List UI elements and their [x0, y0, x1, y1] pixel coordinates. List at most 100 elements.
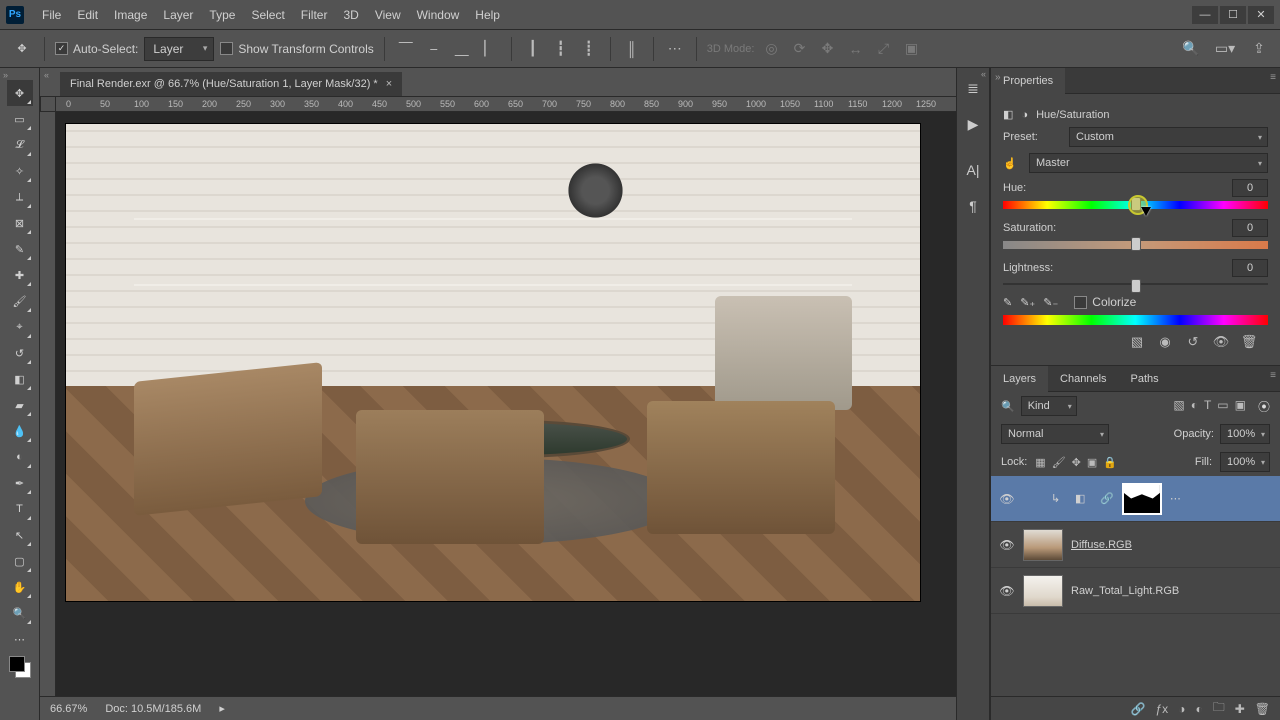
gradient-tool[interactable]: ▰: [7, 392, 33, 418]
filter-kind-combo[interactable]: Kind: [1021, 396, 1077, 416]
distribute-h-icon[interactable]: ┃: [522, 38, 544, 60]
document-info[interactable]: Doc: 10.5M/185.6M: [105, 703, 201, 715]
brush-tool[interactable]: 🖌: [7, 288, 33, 314]
layers-panel-menu-icon[interactable]: ≡: [1270, 370, 1276, 381]
view-previous-icon[interactable]: ◉: [1156, 335, 1174, 349]
blur-tool[interactable]: 💧: [7, 418, 33, 444]
collapse-left-icon[interactable]: «: [44, 70, 49, 80]
magic-wand-tool[interactable]: ✧: [7, 158, 33, 184]
more-options-icon[interactable]: ⋯: [664, 38, 686, 60]
history-panel-icon[interactable]: ≣: [961, 76, 985, 100]
filter-toggle-icon[interactable]: ⦿: [1258, 398, 1270, 415]
preset-combo[interactable]: Custom: [1069, 127, 1268, 147]
color-swatch[interactable]: [9, 656, 31, 678]
close-document-icon[interactable]: ×: [386, 78, 392, 90]
filter-shape-icon[interactable]: ▭: [1217, 398, 1228, 415]
add-mask-icon[interactable]: ◑: [1178, 702, 1185, 716]
paragraph-panel-icon[interactable]: ¶: [961, 194, 985, 218]
eyedropper-add-icon[interactable]: ✎₊: [1020, 296, 1035, 309]
document-canvas[interactable]: [66, 124, 920, 601]
lock-pixels-icon[interactable]: 🖌: [1052, 456, 1066, 469]
lightness-thumb[interactable]: [1131, 279, 1141, 293]
eraser-tool[interactable]: ◧: [7, 366, 33, 392]
menu-type[interactable]: Type: [201, 4, 243, 26]
dodge-tool[interactable]: ◐: [7, 444, 33, 470]
shape-tool[interactable]: ▢: [7, 548, 33, 574]
new-group-icon[interactable]: 🗀: [1213, 698, 1225, 719]
saturation-track[interactable]: [1003, 241, 1268, 249]
filter-search-icon[interactable]: 🔍: [1001, 400, 1015, 413]
align-left-icon[interactable]: ▏: [479, 38, 501, 60]
align-top-icon[interactable]: ⎺: [395, 38, 417, 60]
window-minimize-button[interactable]: —: [1192, 6, 1218, 24]
new-adjustment-icon[interactable]: ◐: [1195, 702, 1202, 716]
type-tool[interactable]: T: [7, 496, 33, 522]
layer-mask-thumbnail[interactable]: [1122, 483, 1162, 515]
layer-name[interactable]: Diffuse.RGB: [1071, 539, 1132, 551]
distribute-spacing-icon[interactable]: ║: [621, 38, 643, 60]
hand-tool[interactable]: ✋: [7, 574, 33, 600]
layers-tab[interactable]: Layers: [991, 366, 1048, 392]
eyedropper-base-icon[interactable]: ✎: [1003, 296, 1012, 309]
menu-layer[interactable]: Layer: [155, 4, 201, 26]
toolbar-expand-icon[interactable]: »: [0, 70, 11, 80]
character-panel-icon[interactable]: A|: [961, 158, 985, 182]
path-select-tool[interactable]: ↖: [7, 522, 33, 548]
menu-file[interactable]: File: [34, 4, 69, 26]
layer-thumbnail[interactable]: [1023, 575, 1063, 607]
visibility-icon[interactable]: 👁: [999, 584, 1015, 598]
hue-slider[interactable]: Hue: 0: [1003, 179, 1268, 209]
auto-select-checkbox[interactable]: Auto-Select:: [55, 42, 138, 56]
window-maximize-button[interactable]: ☐: [1220, 6, 1246, 24]
healing-tool[interactable]: ✚: [7, 262, 33, 288]
menu-help[interactable]: Help: [467, 4, 508, 26]
menu-window[interactable]: Window: [409, 4, 468, 26]
visibility-icon[interactable]: 👁: [999, 492, 1015, 506]
collapse-panels-icon[interactable]: »: [995, 72, 1001, 83]
filter-adjust-icon[interactable]: ◐: [1191, 398, 1198, 415]
filter-smart-icon[interactable]: ▣: [1235, 398, 1246, 415]
channels-tab[interactable]: Channels: [1048, 366, 1118, 392]
menu-filter[interactable]: Filter: [293, 4, 336, 26]
lock-transparent-icon[interactable]: ▦: [1035, 456, 1045, 469]
lightness-value[interactable]: 0: [1232, 259, 1268, 277]
saturation-value[interactable]: 0: [1232, 219, 1268, 237]
share-icon[interactable]: ⇪: [1248, 38, 1270, 60]
window-close-button[interactable]: ✕: [1248, 6, 1274, 24]
clone-tool[interactable]: ⌖: [7, 314, 33, 340]
lock-all-icon[interactable]: 🔒: [1103, 456, 1117, 469]
layer-thumbnail[interactable]: [1023, 529, 1063, 561]
menu-image[interactable]: Image: [106, 4, 155, 26]
layers-list[interactable]: 👁 ↳ ◧ 🔗 ⋯ 👁 Diffuse.RGB 👁 Raw_Total_Ligh…: [991, 476, 1280, 696]
layer-item-adjustment[interactable]: 👁 ↳ ◧ 🔗 ⋯: [991, 476, 1280, 522]
lightness-track[interactable]: [1003, 283, 1268, 285]
lightness-slider[interactable]: Lightness: 0: [1003, 259, 1268, 285]
paths-tab[interactable]: Paths: [1119, 366, 1171, 392]
vertical-ruler[interactable]: [40, 112, 56, 696]
properties-tab[interactable]: Properties: [991, 68, 1065, 94]
finger-icon[interactable]: ☝: [1003, 157, 1021, 170]
delete-adjustment-icon[interactable]: 🗑: [1240, 335, 1258, 349]
colorize-checkbox[interactable]: Colorize: [1074, 295, 1136, 309]
actions-panel-icon[interactable]: ▶: [961, 112, 985, 136]
hue-thumb[interactable]: [1131, 197, 1141, 211]
distribute-hc-icon[interactable]: ┇: [550, 38, 572, 60]
link-layers-icon[interactable]: 🔗: [1131, 702, 1146, 716]
history-brush-tool[interactable]: ↺: [7, 340, 33, 366]
visibility-icon[interactable]: 👁: [999, 538, 1015, 552]
hue-track[interactable]: [1003, 201, 1268, 209]
edit-toolbar-icon[interactable]: ⋯: [7, 626, 33, 652]
filter-pixel-icon[interactable]: ▧: [1173, 398, 1184, 415]
link-icon[interactable]: 🔗: [1100, 492, 1114, 505]
menu-3d[interactable]: 3D: [335, 4, 366, 26]
foreground-color-swatch[interactable]: [9, 656, 25, 672]
auto-select-target-combo[interactable]: Layer: [144, 37, 214, 61]
blend-mode-combo[interactable]: Normal: [1001, 424, 1109, 444]
eyedropper-sub-icon[interactable]: ✎₋: [1043, 296, 1058, 309]
new-layer-icon[interactable]: ✚: [1235, 702, 1245, 716]
document-tab[interactable]: Final Render.exr @ 66.7% (Hue/Saturation…: [60, 72, 402, 96]
filter-type-icon[interactable]: T: [1204, 398, 1211, 415]
align-vcenter-icon[interactable]: ⎯: [423, 38, 445, 60]
search-icon[interactable]: 🔍: [1180, 38, 1202, 60]
saturation-slider[interactable]: Saturation: 0: [1003, 219, 1268, 249]
